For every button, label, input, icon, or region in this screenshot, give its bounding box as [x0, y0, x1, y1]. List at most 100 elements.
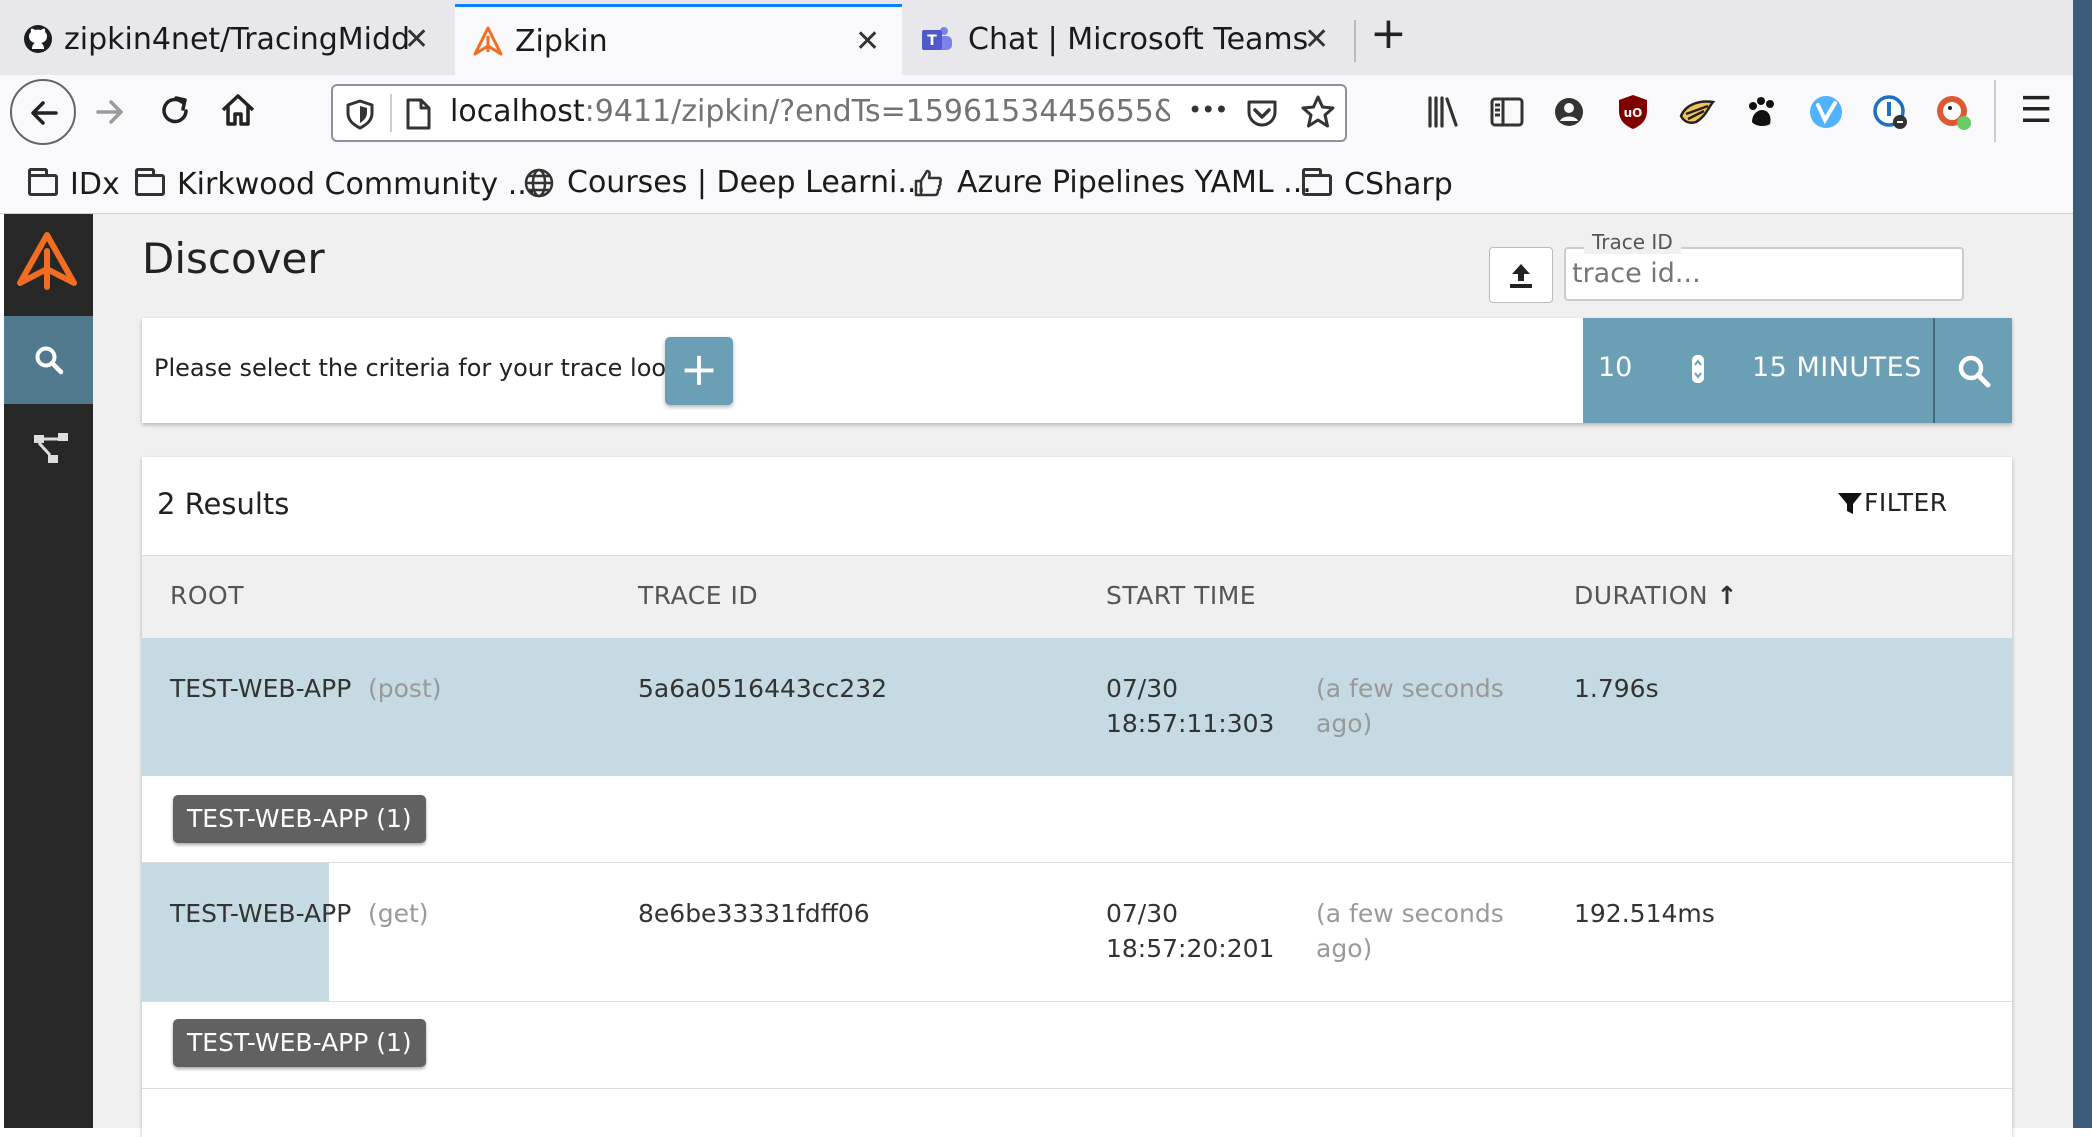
bookmark-idx[interactable]: IDx — [28, 167, 120, 202]
bookmark-azure[interactable]: Azure Pipelines YAML ... — [913, 165, 1312, 200]
column-root[interactable]: ROOT — [170, 581, 244, 610]
filter-label: FILTER — [1864, 488, 1948, 517]
toolbar-separator — [1994, 80, 1996, 142]
column-duration-label: DURATION — [1574, 581, 1709, 610]
url-separator — [390, 94, 392, 132]
trace-id-input[interactable] — [1570, 257, 1954, 290]
tab-title: Chat | Microsoft Teams — [968, 21, 1309, 57]
new-tab-button[interactable]: + — [1370, 8, 1407, 59]
url-path: :9411/zipkin/?endTs=1596153445655&limit= — [584, 94, 1170, 129]
bookmark-star-icon[interactable] — [1300, 94, 1336, 130]
globe-icon — [524, 168, 554, 197]
limit-stepper-icon[interactable] — [1690, 354, 1706, 384]
url-host: localhost — [450, 94, 585, 129]
page-actions-button[interactable]: ••• — [1188, 96, 1228, 124]
service-badge[interactable]: TEST-WEB-APP (1) — [173, 795, 426, 843]
svg-text:T: T — [927, 33, 937, 49]
library-icon[interactable] — [1425, 94, 1461, 130]
back-button[interactable] — [10, 79, 76, 145]
add-criteria-button[interactable]: + — [665, 337, 733, 405]
bookmark-label: IDx — [70, 167, 120, 202]
bookmark-label: Kirkwood Community ... — [177, 167, 537, 202]
service-badge[interactable]: TEST-WEB-APP (1) — [173, 1019, 426, 1067]
bookmark-kirkwood[interactable]: Kirkwood Community ... — [135, 167, 536, 202]
duration-value: 192.514ms — [1574, 899, 1715, 928]
bookmark-csharp[interactable]: CSharp — [1302, 167, 1453, 202]
account-icon[interactable] — [1552, 95, 1586, 129]
page-title: Discover — [142, 234, 325, 283]
shield-icon[interactable] — [345, 98, 375, 130]
extension-paw-icon[interactable] — [1744, 94, 1780, 130]
relative-time: (a few seconds — [1316, 899, 1504, 928]
menu-button[interactable]: ☰ — [2020, 90, 2052, 131]
tab-title: zipkin4net/TracingMiddle — [64, 21, 408, 57]
tab-zipkin[interactable]: Zipkin ✕ — [455, 4, 902, 75]
extension-fox-icon[interactable] — [1678, 94, 1716, 130]
svg-text:uO: uO — [1624, 106, 1643, 120]
trace-id-value: 5a6a0516443cc232 — [638, 674, 887, 703]
trace-id-label: Trace ID — [1584, 230, 1681, 254]
sidebar-toggle-icon[interactable] — [1489, 94, 1525, 130]
bookmark-label: Azure Pipelines YAML ... — [957, 165, 1312, 200]
bookmark-courses[interactable]: Courses | Deep Learni... — [523, 165, 926, 200]
column-trace-id[interactable]: TRACE ID — [638, 581, 758, 610]
forward-button[interactable] — [92, 94, 128, 130]
start-time: 18:57:20:201 — [1106, 934, 1275, 963]
close-tab-icon[interactable]: ✕ — [1304, 22, 1329, 57]
tab-github[interactable]: zipkin4net/TracingMiddle ✕ — [14, 6, 444, 72]
sidebar-item-dependencies[interactable] — [32, 431, 72, 467]
pocket-icon[interactable] — [1245, 96, 1279, 130]
relative-time-suffix: ago) — [1316, 709, 1373, 738]
table-row[interactable] — [142, 638, 2012, 776]
upload-icon — [1510, 264, 1532, 288]
column-start-time[interactable]: START TIME — [1106, 581, 1256, 610]
root-service: TEST-WEB-APP — [170, 674, 352, 703]
reload-button[interactable] — [156, 92, 194, 130]
extension-v-icon[interactable] — [1808, 94, 1844, 130]
root-service: TEST-WEB-APP — [170, 899, 352, 928]
run-query-button[interactable] — [1935, 318, 2012, 423]
teams-icon: T — [922, 27, 952, 50]
back-arrow-icon — [31, 101, 58, 125]
tab-teams[interactable]: T Chat | Microsoft Teams ✕ — [912, 6, 1352, 72]
bookmark-label: Courses | Deep Learni... — [567, 165, 926, 200]
tab-title: Zipkin — [515, 23, 608, 59]
zipkin-logo-icon[interactable] — [16, 231, 78, 293]
duration-value: 1.796s — [1574, 674, 1659, 703]
duration-bar — [142, 638, 2012, 776]
url-text[interactable]: localhost:9411/zipkin/?endTs=15961534456… — [450, 94, 1170, 129]
close-tab-icon[interactable]: ✕ — [404, 22, 429, 57]
relative-time-suffix: ago) — [1316, 934, 1373, 963]
start-time: 18:57:11:303 — [1106, 709, 1275, 738]
column-duration[interactable]: DURATION ↑ — [1574, 581, 1738, 610]
start-date: 07/30 — [1106, 899, 1179, 928]
thumbs-up-icon — [914, 169, 942, 196]
home-button[interactable] — [218, 90, 258, 130]
folder-icon — [135, 167, 165, 196]
github-icon — [24, 25, 52, 53]
filter-button[interactable]: FILTER — [1836, 488, 1948, 517]
duckduckgo-icon[interactable] — [1935, 94, 1973, 132]
upload-json-button[interactable] — [1489, 247, 1553, 303]
zipkin-icon — [473, 26, 503, 56]
relative-time: (a few seconds — [1316, 674, 1504, 703]
sort-ascending-icon: ↑ — [1716, 581, 1738, 610]
limit-value[interactable]: 10 — [1598, 352, 1632, 383]
trace-id-field[interactable] — [1564, 247, 1964, 301]
desktop-background — [2073, 0, 2092, 1128]
bookmark-label: CSharp — [1344, 167, 1453, 202]
lookback-select[interactable]: 15 MINUTES — [1752, 352, 1922, 383]
duration-bar — [142, 863, 329, 1001]
root-method: (post) — [368, 674, 442, 703]
folder-icon — [28, 167, 58, 196]
close-tab-icon[interactable]: ✕ — [855, 24, 880, 59]
root-method: (get) — [368, 899, 429, 928]
ublock-icon[interactable]: uO — [1616, 93, 1650, 131]
table-row[interactable] — [142, 863, 2012, 1001]
sidebar-item-discover[interactable] — [4, 316, 93, 404]
page-info-icon[interactable] — [404, 97, 432, 131]
criteria-prompt: Please select the criteria for your trac… — [154, 354, 710, 382]
search-icon — [35, 346, 64, 375]
search-icon — [1958, 355, 1991, 388]
password-manager-icon[interactable] — [1872, 94, 1910, 132]
